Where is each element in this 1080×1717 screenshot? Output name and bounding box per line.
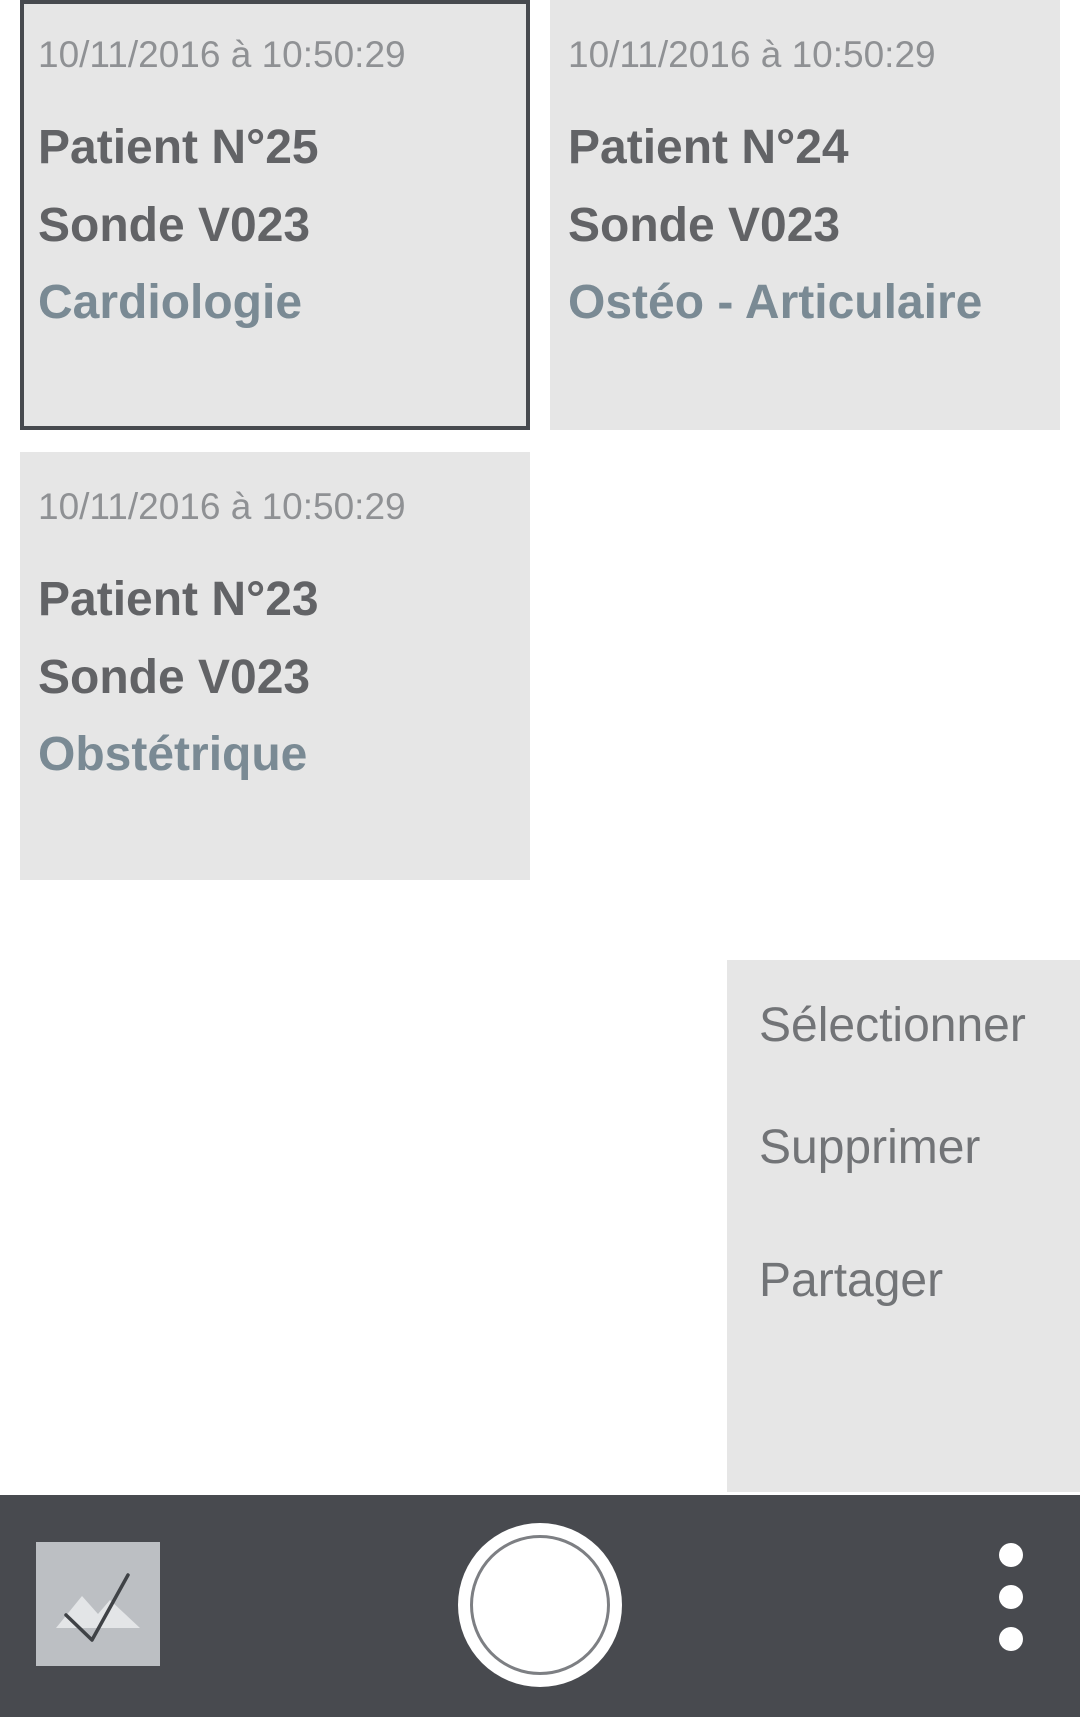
- card-patient: Patient N°25: [38, 121, 319, 174]
- gallery-check-icon: [56, 1573, 140, 1642]
- card-date: 10/11/2016 à 10:50:29: [38, 34, 406, 75]
- card-date: 10/11/2016 à 10:50:29: [38, 486, 406, 527]
- card-exam-type: Ostéo - Articulaire: [568, 276, 983, 329]
- report-card-1[interactable]: 10/11/2016 à 10:50:29 Patient N°25 Sonde…: [20, 0, 530, 430]
- card-exam-type: Cardiologie: [38, 276, 303, 329]
- card-probe: Sonde V023: [568, 199, 841, 252]
- card-probe: Sonde V023: [38, 651, 311, 704]
- menu-item-share[interactable]: Partager: [759, 1253, 943, 1308]
- report-card-2[interactable]: 10/11/2016 à 10:50:29 Patient N°24 Sonde…: [550, 0, 1060, 430]
- overflow-menu: Sélectionner Supprimer Partager: [727, 960, 1080, 1492]
- bottom-toolbar: [0, 1495, 1080, 1717]
- card-exam-type: Obstétrique: [38, 728, 308, 781]
- shutter-icon: [470, 1535, 610, 1675]
- more-options-button[interactable]: [990, 1535, 1050, 1675]
- shutter-button[interactable]: [458, 1523, 622, 1687]
- gallery-button[interactable]: [36, 1542, 160, 1666]
- menu-item-delete[interactable]: Supprimer: [759, 1120, 980, 1175]
- card-probe: Sonde V023: [38, 199, 311, 252]
- card-patient: Patient N°24: [568, 121, 849, 174]
- card-patient: Patient N°23: [38, 573, 319, 626]
- menu-item-select[interactable]: Sélectionner: [759, 998, 1026, 1053]
- report-card-3[interactable]: 10/11/2016 à 10:50:29 Patient N°23 Sonde…: [20, 452, 530, 880]
- card-date: 10/11/2016 à 10:50:29: [568, 34, 936, 75]
